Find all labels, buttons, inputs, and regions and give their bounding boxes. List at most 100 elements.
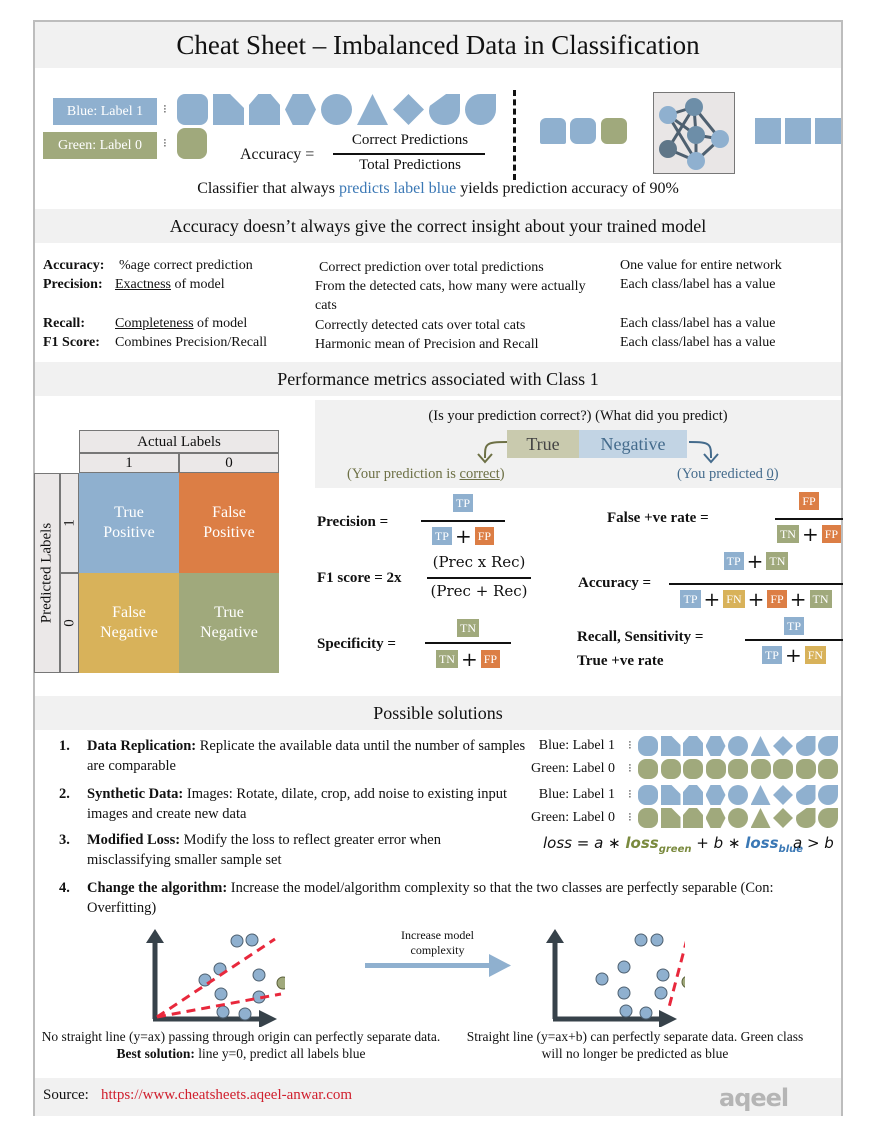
plus-sign: + xyxy=(784,643,802,667)
solution-number: 4. xyxy=(59,880,70,896)
solution-title: Change the algorithm: xyxy=(87,880,228,896)
plus-sign: + xyxy=(801,522,819,546)
metric-scope: Each class/label has a value xyxy=(620,335,776,350)
blue-teardrop-shape xyxy=(818,736,838,756)
blue-data-point xyxy=(617,960,631,974)
section-heading: Possible solutions xyxy=(35,696,841,730)
blue-circle-shape xyxy=(728,736,748,756)
tn-chip: TN xyxy=(809,590,832,608)
pentagon-shape xyxy=(249,94,280,125)
specificity-numerator: TN xyxy=(425,617,511,637)
f1-numerator: (Prec x Rec) xyxy=(432,553,526,571)
right-plot-caption: Straight line (y=ax+b) can perfectly sep… xyxy=(466,1029,804,1061)
colon-icon: ⁝ xyxy=(628,810,632,824)
divider-dashed xyxy=(513,90,516,180)
loss-formula: loss = a ∗ lossgreen + b ∗ lossblue xyxy=(543,834,804,855)
recall-label-alt: True +ve rate xyxy=(577,653,664,669)
green-triangle-shape xyxy=(750,808,771,828)
blue-half-circle-shape xyxy=(795,785,816,805)
page-title: Cheat Sheet – Imbalanced Data in Classif… xyxy=(35,22,841,68)
legend-answer-predicted: (You predicted 0) xyxy=(677,466,779,482)
accuracy-lhs: Accuracy = xyxy=(240,146,315,163)
tp-chip: TP xyxy=(723,552,744,570)
intro-caption: Classifier that always predicts label bl… xyxy=(35,180,841,198)
metric-definition: Combines Precision/Recall xyxy=(115,335,268,350)
solution-text: Change the algorithm: Increase the model… xyxy=(87,880,774,916)
solution-text: Synthetic Data: Images: Rotate, dilate, … xyxy=(87,786,508,822)
fraction-line xyxy=(669,583,843,585)
plus-sign: + xyxy=(703,587,721,611)
recall-denominator: TP + FN xyxy=(745,643,843,667)
blue-diamond-shape xyxy=(773,736,793,756)
cheat-sheet: Cheat Sheet – Imbalanced Data in Classif… xyxy=(33,20,843,1116)
green-rounded-square-shape xyxy=(818,759,838,779)
rounded-square-shape xyxy=(177,94,208,125)
fp-chip: FP xyxy=(821,525,842,543)
fraction-line xyxy=(421,520,505,522)
matrix-cell-label: False Negative xyxy=(100,604,158,641)
blue-circle-shape xyxy=(728,785,748,805)
fpr-numerator: FP xyxy=(775,490,843,510)
colon-icon: ⁝ xyxy=(163,136,167,150)
blue-data-point xyxy=(654,986,668,1000)
blue-data-point xyxy=(245,933,259,947)
green-diamond-shape xyxy=(773,808,793,828)
green-rounded-square-shape xyxy=(177,128,207,159)
actual-labels-header: Actual Labels xyxy=(79,430,279,453)
source-link[interactable]: https://www.cheatsheets.aqeel-anwar.com xyxy=(101,1087,352,1104)
green-rounded-square-shape xyxy=(660,759,681,779)
plus-sign: + xyxy=(454,524,472,548)
blue-cut-corner-square-shape xyxy=(660,736,681,756)
blue-data-point xyxy=(252,968,266,982)
metric-name: Accuracy: xyxy=(43,258,105,273)
output-blue-shape xyxy=(815,118,841,144)
tn-chip: TN xyxy=(457,618,479,637)
solution-number: 1. xyxy=(59,738,70,754)
replication-label: Green: Label 0 xyxy=(531,810,615,825)
green-half-circle-shape xyxy=(795,808,816,828)
tn-chip: TN xyxy=(435,650,458,668)
metric-scope: One value for entire network xyxy=(620,258,782,273)
tn-chip: TN xyxy=(776,525,799,543)
metric-name: Precision: xyxy=(43,277,103,292)
loss-condition: a > b xyxy=(793,834,834,852)
metric-scope: Each class/label has a value xyxy=(620,277,776,292)
predicted-value-0: 0 xyxy=(60,573,79,673)
actual-value-0: 0 xyxy=(179,453,279,473)
plus-sign: + xyxy=(747,587,765,611)
y-axis-arrow xyxy=(546,929,564,943)
matrix-cell-label: True Negative xyxy=(200,604,258,641)
accuracy-denominator: TP + FN + FP + TN xyxy=(669,587,843,611)
blue-hexagon-shape xyxy=(705,785,726,805)
replication-label: Blue: Label 1 xyxy=(538,787,615,802)
plus-sign: + xyxy=(746,549,764,573)
caption-text: Classifier that always xyxy=(197,180,339,197)
green-rounded-square-shape xyxy=(638,759,658,779)
metric-scope: Each class/label has a value xyxy=(620,316,776,331)
input-green-shape xyxy=(601,118,627,144)
precision-denominator: TP + FP xyxy=(421,524,505,548)
specificity-label: Specificity = xyxy=(317,636,396,652)
diamond-shape xyxy=(393,94,424,125)
matrix-cell-label: True Positive xyxy=(103,504,155,541)
separator-line xyxy=(666,940,685,1012)
author-logo: aqeel xyxy=(719,1084,789,1112)
blue-data-point xyxy=(230,934,244,948)
f1-label: F1 score = 2x xyxy=(317,570,402,586)
tn-chip: TN xyxy=(766,552,789,570)
green-cut-corner-square-shape xyxy=(660,808,681,828)
half-circle-shape xyxy=(429,94,460,125)
section-heading: Accuracy doesn’t always give the correct… xyxy=(35,209,841,243)
solution-title: Data Replication: xyxy=(87,738,197,754)
plus-sign: + xyxy=(789,587,807,611)
green-rounded-square-shape xyxy=(795,759,816,779)
green-data-point xyxy=(276,976,285,990)
accuracy-denominator: Total Predictions xyxy=(359,157,461,173)
blue-data-point xyxy=(656,968,670,982)
neural-network-icon xyxy=(653,92,735,174)
accuracy-numerator: TP + TN xyxy=(669,549,843,573)
fn-chip: FN xyxy=(804,646,827,664)
tp-chip: TP xyxy=(761,646,782,664)
fp-chip: FP xyxy=(799,491,819,510)
green-rounded-square-shape xyxy=(728,759,748,779)
